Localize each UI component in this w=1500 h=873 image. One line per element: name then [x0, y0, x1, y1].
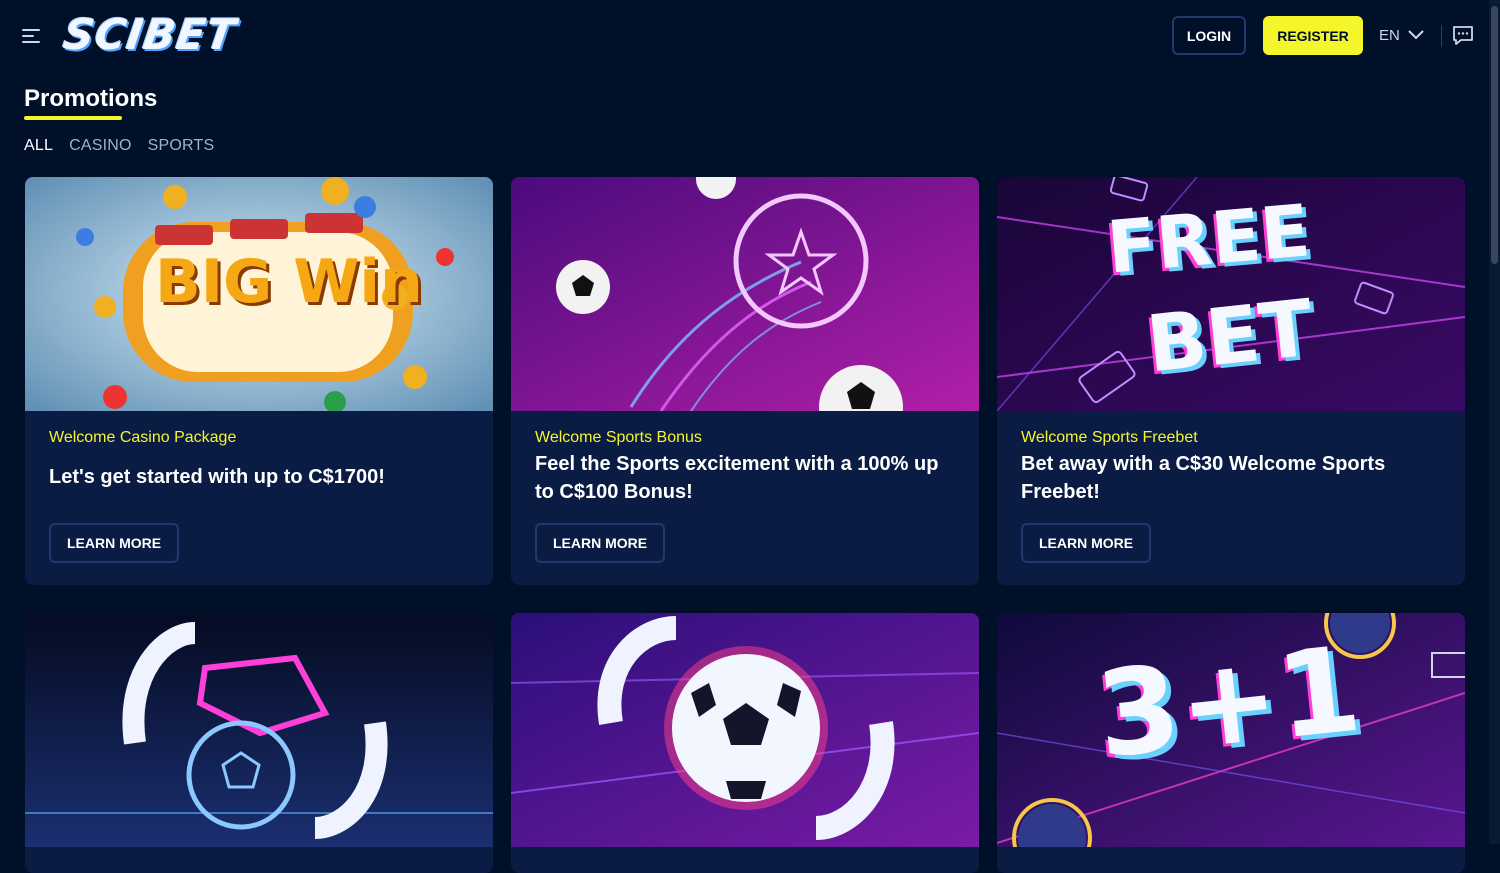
chat-icon[interactable] [1452, 25, 1474, 47]
promotion-headline: Bet away with a C$30 Welcome Sports Free… [1021, 453, 1386, 503]
learn-more-button[interactable]: LEARN MORE [49, 523, 180, 563]
tab-all[interactable]: ALL [24, 137, 53, 155]
promotion-card-sports-bonus: Welcome Sports Bonus Feel the Sports exc… [511, 177, 979, 585]
three-plus-one-banner[interactable]: 3+1 [997, 613, 1465, 847]
neon-soccer-banner[interactable] [511, 177, 979, 411]
tab-sports[interactable]: SPORTS [148, 137, 215, 155]
tab-casino[interactable]: CASINO [69, 137, 132, 155]
free-bet-banner[interactable]: FREE BET [997, 177, 1465, 411]
logo[interactable]: SCIBET [60, 10, 240, 59]
scrollbar[interactable] [1489, 0, 1500, 844]
promotion-category: Welcome Sports Bonus [535, 429, 702, 446]
language-selector[interactable]: EN [1379, 25, 1424, 45]
promotion-card-sports-freebet: FREE BET Welcome Sports Freebet Bet away… [997, 177, 1465, 585]
promotion-category: Welcome Sports Freebet [1021, 429, 1198, 446]
chevron-down-icon [1408, 30, 1424, 40]
promotion-headline: Let's get started with up to C$1700! [49, 466, 385, 488]
page-title: Promotions [24, 85, 158, 112]
promotion-headline: Feel the Sports excitement with a 100% u… [535, 453, 939, 503]
register-button[interactable]: REGISTER [1263, 16, 1363, 55]
big-win-banner[interactable]: BIG Win [25, 177, 493, 411]
soccer-refresh-banner[interactable] [511, 613, 979, 847]
title-underline [24, 116, 122, 120]
menu-icon[interactable] [22, 28, 42, 44]
promotion-category: Welcome Casino Package [49, 429, 237, 446]
learn-more-button[interactable]: LEARN MORE [535, 523, 666, 563]
promotion-card [511, 613, 979, 873]
promotion-card-casino: BIG Win Welcome Casino Package Let's get… [25, 177, 493, 585]
learn-more-button[interactable]: LEARN MORE [1021, 523, 1152, 563]
promotion-tabs: ALL CASINO SPORTS [24, 137, 214, 155]
language-label: EN [1379, 26, 1400, 44]
promotion-card: 3+1 [997, 613, 1465, 873]
scrollbar-thumb[interactable] [1491, 6, 1498, 264]
top-bar: SCIBET LOGIN REGISTER EN [0, 0, 1500, 72]
neon-boot-banner[interactable] [25, 613, 493, 847]
promotion-card [25, 613, 493, 873]
header-divider [1441, 25, 1442, 47]
login-button[interactable]: LOGIN [1172, 16, 1246, 55]
